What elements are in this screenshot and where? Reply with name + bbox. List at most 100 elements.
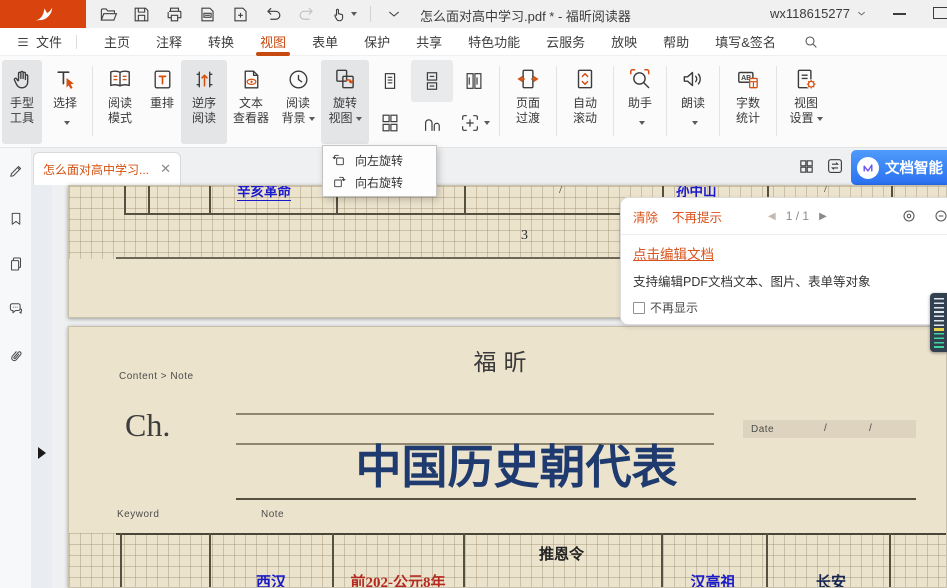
maximize-button[interactable] (933, 7, 947, 19)
dont-show-row: 不再显示 (633, 299, 941, 316)
rotate-right-menu-item[interactable]: 向右旋转 (323, 171, 436, 193)
ribbon-divider (92, 66, 93, 136)
title-bar: 怎么面对高中学习.pdf * - 福昕阅读器 wx118615277 (0, 0, 947, 28)
collapse-notification-icon[interactable] (933, 208, 947, 224)
select-tool-button[interactable]: 选择 (42, 60, 88, 144)
tab-convert[interactable]: 转换 (195, 28, 247, 56)
notification-settings-icon[interactable] (901, 208, 917, 224)
table-cell-dynasty: 西汉 (237, 571, 305, 588)
touch-mode-icon[interactable] (329, 4, 357, 24)
facing-view-button[interactable] (453, 60, 495, 102)
comments-panel-icon[interactable] (7, 300, 25, 318)
bookmarks-panel-icon[interactable] (7, 210, 25, 228)
continuous-facing-view-button[interactable] (369, 102, 411, 144)
word-count-button[interactable]: AB 字数 统计 (724, 60, 772, 144)
prev-notification-icon[interactable]: ◀ (768, 211, 776, 222)
insert-page-icon[interactable] (230, 4, 250, 24)
select-text-icon (53, 64, 78, 94)
next-notification-icon[interactable]: ▶ (819, 211, 827, 222)
assistant-icon (627, 64, 653, 94)
undo-icon[interactable] (263, 4, 283, 24)
tab-cloud[interactable]: 云服务 (533, 28, 598, 56)
split-view-button[interactable] (453, 102, 495, 144)
document-tab-bar: 怎么面对高中学习... ✕ 文档智能 (0, 148, 947, 185)
multi-tab-view-icon[interactable] (797, 157, 815, 175)
dont-show-label: 不再显示 (650, 299, 698, 316)
account-menu[interactable]: wx118615277 (770, 6, 867, 21)
page-number: 3 (521, 228, 528, 244)
doc-slash: / (559, 185, 562, 197)
text-viewer-button[interactable]: 文本 查看器 (227, 60, 275, 144)
minimize-button[interactable] (893, 13, 906, 15)
document-title: 中国历史朝代表 (304, 431, 729, 497)
save-icon[interactable] (131, 4, 151, 24)
reverse-reading-icon (192, 64, 217, 94)
breadcrumb: Content > Note (119, 371, 194, 382)
switch-tab-icon[interactable] (826, 157, 844, 175)
dont-show-checkbox[interactable] (633, 302, 645, 314)
dropdown-caret (692, 121, 698, 125)
tab-share[interactable]: 共享 (403, 28, 455, 56)
ai-logo-icon (857, 157, 879, 179)
dropdown-caret (356, 117, 362, 121)
auto-scroll-button[interactable]: 自动 滚动 (561, 60, 609, 144)
page-transition-button[interactable]: 页面 过渡 (504, 60, 552, 144)
dropdown-caret (639, 121, 645, 125)
table-cell-founder: 汉高祖 (679, 571, 747, 588)
expand-panel-handle[interactable] (38, 447, 46, 459)
tab-fill-sign[interactable]: 填写&签名 (702, 28, 789, 56)
annotate-pencil-icon[interactable] (7, 162, 25, 180)
attachments-panel-icon[interactable] (7, 347, 25, 365)
continuous-view-button[interactable] (411, 60, 453, 102)
ribbon-toolbar: 手型 工具 选择 阅读 模式 重排 逆序 阅读 (0, 56, 947, 148)
no-more-prompt-button[interactable]: 不再提示 (672, 207, 722, 226)
ai-document-intelligence-button[interactable]: 文档智能 (851, 150, 947, 185)
open-file-icon[interactable] (98, 4, 118, 24)
reading-background-button[interactable]: 阅读 背景 (275, 60, 321, 144)
chapter-label: Ch. (125, 407, 170, 444)
edit-document-link[interactable]: 点击编辑文档 (633, 247, 714, 262)
file-menu[interactable]: 文件 (16, 32, 62, 51)
delete-page-icon[interactable] (197, 4, 217, 24)
tab-help[interactable]: 帮助 (650, 28, 702, 56)
docked-widget-handle[interactable] (930, 293, 947, 352)
notification-header: 清除 不再提示 ◀ 1 / 1 ▶ (621, 198, 947, 235)
view-settings-icon (793, 64, 819, 94)
reverse-reading-button[interactable]: 逆序 阅读 (181, 60, 227, 144)
window-title: 怎么面对高中学习.pdf * - 福昕阅读器 (420, 6, 631, 25)
separate-cover-view-button[interactable] (411, 102, 453, 144)
single-page-view-button[interactable] (369, 60, 411, 102)
tab-protect[interactable]: 保护 (351, 28, 403, 56)
print-icon[interactable] (164, 4, 184, 24)
tab-view[interactable]: 视图 (247, 28, 299, 56)
reflow-button[interactable]: 重排 (143, 60, 181, 144)
notification-page-indicator: 1 / 1 (786, 209, 809, 223)
search-icon[interactable] (803, 34, 819, 50)
quick-access-toolbar (98, 0, 404, 28)
collapse-toolbar-icon[interactable] (384, 4, 404, 24)
pages-panel-icon[interactable] (7, 255, 25, 273)
tab-home[interactable]: 主页 (91, 28, 143, 56)
rotate-left-menu-item[interactable]: 向左旋转 (323, 149, 436, 171)
document-tab[interactable]: 怎么面对高中学习... ✕ (33, 152, 181, 185)
speaker-icon (680, 64, 706, 94)
tab-comment[interactable]: 注释 (143, 28, 195, 56)
tab-close-icon[interactable]: ✕ (160, 163, 171, 175)
tab-present[interactable]: 放映 (598, 28, 650, 56)
clear-button[interactable]: 清除 (633, 207, 658, 226)
tab-features[interactable]: 特色功能 (455, 28, 533, 56)
foxit-phoenix-icon (32, 3, 54, 25)
dropdown-caret (309, 117, 315, 121)
tab-form[interactable]: 表单 (299, 28, 351, 56)
read-mode-button[interactable]: 阅读 模式 (97, 60, 143, 144)
rotate-view-icon (332, 64, 358, 94)
read-aloud-button[interactable]: 朗读 (671, 60, 715, 144)
hand-tool-button[interactable]: 手型 工具 (2, 60, 42, 144)
view-settings-button[interactable]: 视图 设置 (781, 60, 831, 144)
assistant-button[interactable]: 助手 (618, 60, 662, 144)
table-cell-policy: 推恩令 (499, 543, 624, 564)
read-mode-icon (107, 64, 133, 94)
rotate-view-button[interactable]: 旋转 视图 (321, 60, 369, 144)
doc-link-revolution[interactable]: 辛亥革命 (237, 185, 291, 201)
redo-icon[interactable] (296, 4, 316, 24)
